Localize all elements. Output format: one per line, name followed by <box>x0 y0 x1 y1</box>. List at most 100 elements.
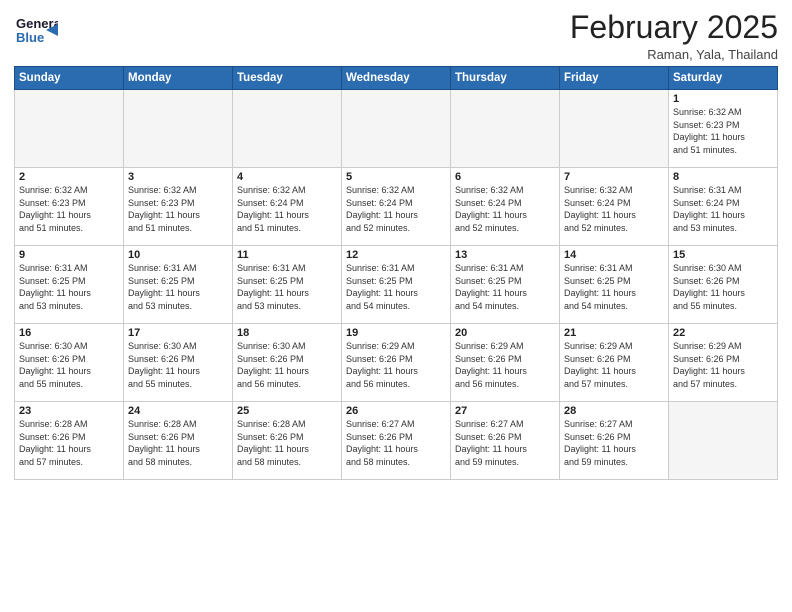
week-row-0: 1Sunrise: 6:32 AM Sunset: 6:23 PM Daylig… <box>15 90 778 168</box>
calendar-cell: 17Sunrise: 6:30 AM Sunset: 6:26 PM Dayli… <box>124 324 233 402</box>
weekday-thursday: Thursday <box>451 67 560 90</box>
day-number: 22 <box>673 327 773 339</box>
day-info: Sunrise: 6:31 AM Sunset: 6:25 PM Dayligh… <box>346 262 446 312</box>
weekday-tuesday: Tuesday <box>233 67 342 90</box>
calendar-title: February 2025 <box>570 10 778 45</box>
day-info: Sunrise: 6:30 AM Sunset: 6:26 PM Dayligh… <box>19 340 119 390</box>
day-number: 3 <box>128 171 228 183</box>
day-info: Sunrise: 6:27 AM Sunset: 6:26 PM Dayligh… <box>564 418 664 468</box>
day-number: 24 <box>128 405 228 417</box>
calendar-cell: 9Sunrise: 6:31 AM Sunset: 6:25 PM Daylig… <box>15 246 124 324</box>
calendar-cell: 10Sunrise: 6:31 AM Sunset: 6:25 PM Dayli… <box>124 246 233 324</box>
day-info: Sunrise: 6:31 AM Sunset: 6:24 PM Dayligh… <box>673 184 773 234</box>
calendar-cell: 19Sunrise: 6:29 AM Sunset: 6:26 PM Dayli… <box>342 324 451 402</box>
calendar-cell: 26Sunrise: 6:27 AM Sunset: 6:26 PM Dayli… <box>342 402 451 480</box>
week-row-2: 9Sunrise: 6:31 AM Sunset: 6:25 PM Daylig… <box>15 246 778 324</box>
calendar-cell: 22Sunrise: 6:29 AM Sunset: 6:26 PM Dayli… <box>669 324 778 402</box>
page: General Blue February 2025 Raman, Yala, … <box>0 0 792 612</box>
day-info: Sunrise: 6:29 AM Sunset: 6:26 PM Dayligh… <box>564 340 664 390</box>
day-number: 17 <box>128 327 228 339</box>
day-info: Sunrise: 6:29 AM Sunset: 6:26 PM Dayligh… <box>673 340 773 390</box>
day-number: 6 <box>455 171 555 183</box>
day-info: Sunrise: 6:29 AM Sunset: 6:26 PM Dayligh… <box>455 340 555 390</box>
calendar-cell: 23Sunrise: 6:28 AM Sunset: 6:26 PM Dayli… <box>15 402 124 480</box>
day-number: 28 <box>564 405 664 417</box>
calendar-cell: 16Sunrise: 6:30 AM Sunset: 6:26 PM Dayli… <box>15 324 124 402</box>
weekday-sunday: Sunday <box>15 67 124 90</box>
day-number: 7 <box>564 171 664 183</box>
day-info: Sunrise: 6:31 AM Sunset: 6:25 PM Dayligh… <box>128 262 228 312</box>
day-number: 1 <box>673 93 773 105</box>
calendar-cell: 7Sunrise: 6:32 AM Sunset: 6:24 PM Daylig… <box>560 168 669 246</box>
calendar-cell: 8Sunrise: 6:31 AM Sunset: 6:24 PM Daylig… <box>669 168 778 246</box>
calendar-cell: 18Sunrise: 6:30 AM Sunset: 6:26 PM Dayli… <box>233 324 342 402</box>
day-number: 5 <box>346 171 446 183</box>
day-number: 26 <box>346 405 446 417</box>
calendar-cell <box>15 90 124 168</box>
week-row-4: 23Sunrise: 6:28 AM Sunset: 6:26 PM Dayli… <box>15 402 778 480</box>
calendar-cell: 12Sunrise: 6:31 AM Sunset: 6:25 PM Dayli… <box>342 246 451 324</box>
header: General Blue February 2025 Raman, Yala, … <box>14 10 778 62</box>
calendar-cell <box>669 402 778 480</box>
calendar-cell: 28Sunrise: 6:27 AM Sunset: 6:26 PM Dayli… <box>560 402 669 480</box>
logo: General Blue <box>14 10 60 54</box>
day-number: 25 <box>237 405 337 417</box>
calendar-cell: 20Sunrise: 6:29 AM Sunset: 6:26 PM Dayli… <box>451 324 560 402</box>
calendar-cell <box>560 90 669 168</box>
day-number: 20 <box>455 327 555 339</box>
day-info: Sunrise: 6:32 AM Sunset: 6:24 PM Dayligh… <box>455 184 555 234</box>
day-number: 21 <box>564 327 664 339</box>
day-number: 14 <box>564 249 664 261</box>
weekday-header-row: SundayMondayTuesdayWednesdayThursdayFrid… <box>15 67 778 90</box>
calendar-cell: 25Sunrise: 6:28 AM Sunset: 6:26 PM Dayli… <box>233 402 342 480</box>
calendar-cell <box>342 90 451 168</box>
calendar-cell <box>233 90 342 168</box>
day-number: 13 <box>455 249 555 261</box>
svg-text:Blue: Blue <box>16 30 44 45</box>
day-info: Sunrise: 6:32 AM Sunset: 6:23 PM Dayligh… <box>128 184 228 234</box>
day-info: Sunrise: 6:31 AM Sunset: 6:25 PM Dayligh… <box>564 262 664 312</box>
calendar-cell: 6Sunrise: 6:32 AM Sunset: 6:24 PM Daylig… <box>451 168 560 246</box>
calendar-cell: 24Sunrise: 6:28 AM Sunset: 6:26 PM Dayli… <box>124 402 233 480</box>
day-info: Sunrise: 6:30 AM Sunset: 6:26 PM Dayligh… <box>237 340 337 390</box>
day-info: Sunrise: 6:30 AM Sunset: 6:26 PM Dayligh… <box>128 340 228 390</box>
calendar-table: SundayMondayTuesdayWednesdayThursdayFrid… <box>14 66 778 480</box>
calendar-cell: 27Sunrise: 6:27 AM Sunset: 6:26 PM Dayli… <box>451 402 560 480</box>
day-number: 4 <box>237 171 337 183</box>
day-number: 12 <box>346 249 446 261</box>
weekday-saturday: Saturday <box>669 67 778 90</box>
calendar-cell: 3Sunrise: 6:32 AM Sunset: 6:23 PM Daylig… <box>124 168 233 246</box>
calendar-cell: 21Sunrise: 6:29 AM Sunset: 6:26 PM Dayli… <box>560 324 669 402</box>
weekday-friday: Friday <box>560 67 669 90</box>
weekday-wednesday: Wednesday <box>342 67 451 90</box>
day-info: Sunrise: 6:32 AM Sunset: 6:23 PM Dayligh… <box>673 106 773 156</box>
day-number: 11 <box>237 249 337 261</box>
day-number: 18 <box>237 327 337 339</box>
calendar-cell <box>124 90 233 168</box>
day-info: Sunrise: 6:27 AM Sunset: 6:26 PM Dayligh… <box>455 418 555 468</box>
calendar-cell: 14Sunrise: 6:31 AM Sunset: 6:25 PM Dayli… <box>560 246 669 324</box>
day-number: 27 <box>455 405 555 417</box>
calendar-subtitle: Raman, Yala, Thailand <box>570 47 778 62</box>
day-info: Sunrise: 6:32 AM Sunset: 6:24 PM Dayligh… <box>346 184 446 234</box>
day-info: Sunrise: 6:28 AM Sunset: 6:26 PM Dayligh… <box>19 418 119 468</box>
calendar-cell: 2Sunrise: 6:32 AM Sunset: 6:23 PM Daylig… <box>15 168 124 246</box>
title-block: February 2025 Raman, Yala, Thailand <box>570 10 778 62</box>
day-info: Sunrise: 6:32 AM Sunset: 6:24 PM Dayligh… <box>564 184 664 234</box>
calendar-cell: 5Sunrise: 6:32 AM Sunset: 6:24 PM Daylig… <box>342 168 451 246</box>
day-number: 10 <box>128 249 228 261</box>
day-info: Sunrise: 6:31 AM Sunset: 6:25 PM Dayligh… <box>237 262 337 312</box>
day-number: 16 <box>19 327 119 339</box>
calendar-cell: 13Sunrise: 6:31 AM Sunset: 6:25 PM Dayli… <box>451 246 560 324</box>
day-info: Sunrise: 6:30 AM Sunset: 6:26 PM Dayligh… <box>673 262 773 312</box>
weekday-monday: Monday <box>124 67 233 90</box>
day-info: Sunrise: 6:27 AM Sunset: 6:26 PM Dayligh… <box>346 418 446 468</box>
week-row-3: 16Sunrise: 6:30 AM Sunset: 6:26 PM Dayli… <box>15 324 778 402</box>
day-number: 8 <box>673 171 773 183</box>
logo-icon: General Blue <box>14 10 58 54</box>
day-info: Sunrise: 6:31 AM Sunset: 6:25 PM Dayligh… <box>19 262 119 312</box>
week-row-1: 2Sunrise: 6:32 AM Sunset: 6:23 PM Daylig… <box>15 168 778 246</box>
calendar-cell <box>451 90 560 168</box>
day-number: 9 <box>19 249 119 261</box>
day-info: Sunrise: 6:28 AM Sunset: 6:26 PM Dayligh… <box>237 418 337 468</box>
